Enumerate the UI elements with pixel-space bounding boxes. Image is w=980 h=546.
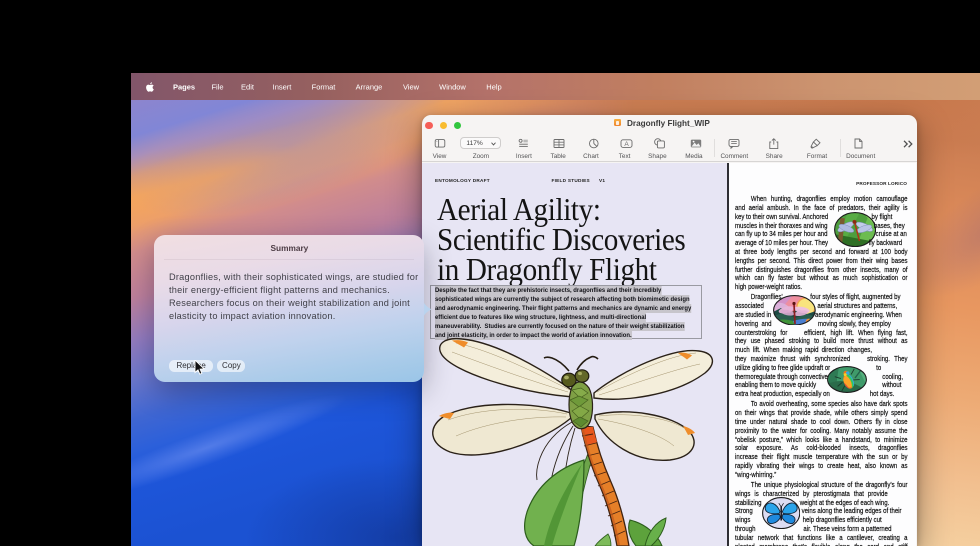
svg-text:A: A [624, 141, 629, 148]
